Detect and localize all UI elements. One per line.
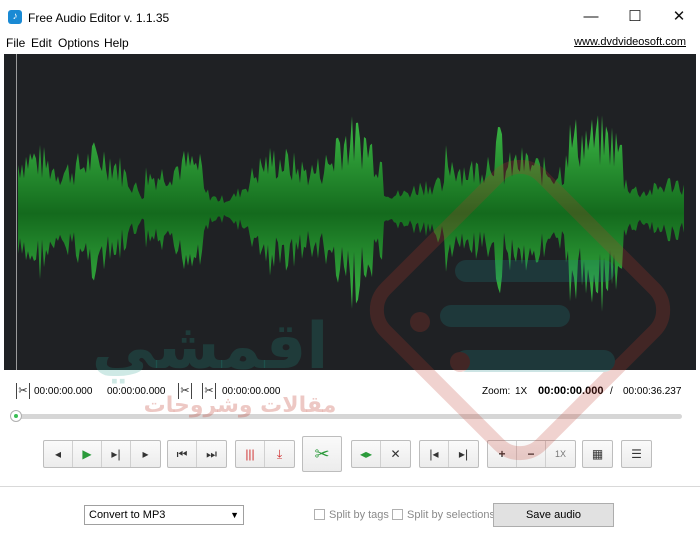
- maximize-icon[interactable]: ☐: [612, 0, 658, 34]
- selection-end-icon: ✂: [178, 383, 192, 399]
- settings-icon[interactable]: ☰: [622, 441, 651, 467]
- selection-start-time: 00:00:00.000: [34, 386, 93, 397]
- title-bar: ♪ Free Audio Editor v. 1.1.35 — ☐ ✕: [0, 0, 700, 34]
- app-logo-icon: ♪: [8, 10, 22, 24]
- website-link[interactable]: www.dvdvideosoft.com: [574, 36, 686, 48]
- select-both-icon[interactable]: ◂▸: [352, 441, 381, 467]
- image-icon[interactable]: ▦: [583, 441, 612, 467]
- position-slider-thumb[interactable]: [10, 410, 22, 422]
- split-by-selections-checkbox[interactable]: [392, 509, 403, 520]
- divider: [0, 486, 700, 487]
- waveform-svg: [18, 115, 684, 312]
- range-group: |◂ ▸|: [419, 440, 479, 468]
- menu-help[interactable]: Help: [104, 36, 129, 50]
- zoom-label: Zoom:: [482, 386, 511, 397]
- split-by-tags-label: Split by tags: [329, 509, 389, 521]
- window-title: Free Audio Editor v. 1.1.35: [28, 11, 170, 25]
- close-icon[interactable]: ✕: [656, 0, 700, 34]
- menu-file[interactable]: File: [6, 36, 25, 50]
- time-info-bar: ✂ 00:00:00.000 00:00:00.000 ✂ ✂ 00:00:00…: [0, 380, 700, 402]
- clear-selection-icon[interactable]: ✕: [381, 441, 410, 467]
- marker-group: ||| ⤓: [235, 440, 295, 468]
- zoom-level: 1X: [554, 449, 566, 459]
- waveform-shape: [18, 115, 684, 312]
- waveform-panel[interactable]: [4, 54, 696, 370]
- controls-bar: ◂ ▶ ▸| ▸ ⏮ ⏭ ||| ⤓ ✂ ◂▸ ✕ |◂ ▸| + − 1X ▦…: [0, 436, 700, 472]
- format-select-value: Convert to MP3: [89, 509, 166, 521]
- select-start-icon[interactable]: |◂: [420, 441, 449, 467]
- navigation-group: ⏮ ⏭: [167, 440, 227, 468]
- zoom-out-button[interactable]: −: [517, 441, 546, 467]
- split-by-tags-checkbox[interactable]: [314, 509, 325, 520]
- play-icon[interactable]: ▶: [73, 441, 102, 467]
- format-select[interactable]: Convert to MP3 ▼: [84, 505, 244, 525]
- image-group: ▦: [582, 440, 613, 468]
- total-time: 00:00:36.237: [623, 386, 682, 397]
- playback-group: ◂ ▶ ▸| ▸: [43, 440, 161, 468]
- play-to-end-icon[interactable]: ▸|: [102, 441, 131, 467]
- cut-position-time: 00:00:00.000: [222, 386, 281, 397]
- menu-edit[interactable]: Edit: [31, 36, 52, 50]
- save-audio-button[interactable]: Save audio: [493, 503, 614, 527]
- split-by-selections-label: Split by selections: [407, 509, 496, 521]
- settings-group: ☰: [621, 440, 652, 468]
- chevron-down-icon: ▼: [230, 510, 239, 520]
- selection-start-icon: ✂: [16, 383, 30, 399]
- selection-end-time: 00:00:00.000: [107, 386, 166, 397]
- step-back-icon[interactable]: ◂: [44, 441, 73, 467]
- position-slider[interactable]: [12, 414, 682, 419]
- marker-icon[interactable]: |||: [236, 441, 265, 467]
- go-start-icon[interactable]: ⏮: [168, 441, 197, 467]
- selection-group: ◂▸ ✕: [351, 440, 411, 468]
- menu-bar: File Edit Options Help www.dvdvideosoft.…: [0, 34, 700, 52]
- minimize-icon[interactable]: —: [568, 0, 614, 34]
- scissors-icon[interactable]: ✂: [302, 436, 342, 472]
- menu-options[interactable]: Options: [58, 36, 99, 50]
- select-end-icon[interactable]: ▸|: [449, 441, 478, 467]
- add-marker-icon[interactable]: ⤓: [265, 441, 294, 467]
- playhead-line: [16, 54, 17, 370]
- time-separator: /: [610, 386, 613, 397]
- zoom-in-button[interactable]: +: [488, 441, 517, 467]
- zoom-value: 1X: [515, 386, 528, 397]
- cut-position-icon: ✂: [202, 383, 216, 399]
- step-forward-icon[interactable]: ▸: [131, 441, 160, 467]
- current-time: 00:00:00.000: [538, 385, 604, 397]
- go-end-icon[interactable]: ⏭: [197, 441, 226, 467]
- zoom-group: + − 1X: [487, 440, 576, 468]
